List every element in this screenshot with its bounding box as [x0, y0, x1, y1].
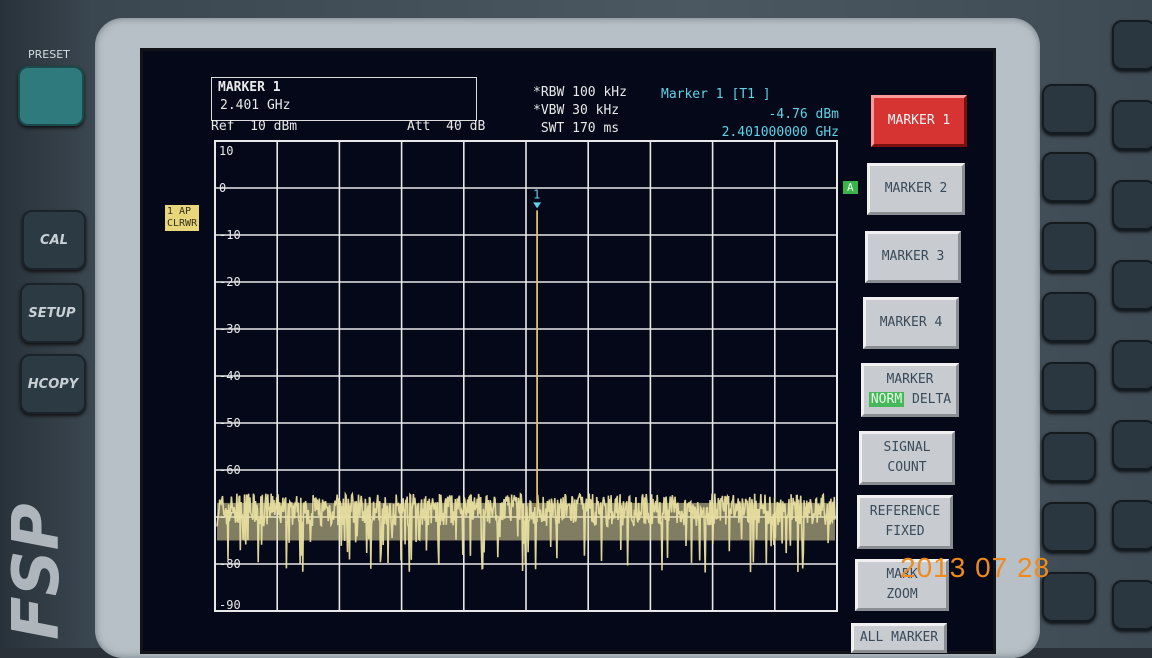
- cal-button[interactable]: CAL: [22, 210, 86, 270]
- signal-count-line2: COUNT: [887, 460, 927, 475]
- softkey-marker-norm-delta[interactable]: MARKER NORM DELTA: [861, 363, 959, 417]
- y-tick-label: -80: [219, 557, 241, 571]
- hw-key-b[interactable]: [1112, 100, 1152, 150]
- hw-key-a[interactable]: [1112, 20, 1152, 70]
- delta-option[interactable]: DELTA: [912, 392, 951, 407]
- brand-logo: FSP: [0, 503, 74, 640]
- reference-fixed-line1: REFERENCE: [869, 504, 941, 519]
- hw-key-h[interactable]: [1112, 580, 1152, 630]
- softkey-marker-3-label: MARKER 3: [881, 249, 945, 264]
- hw-softkey-7[interactable]: [1042, 502, 1096, 552]
- signal-count-line1: SIGNAL: [883, 440, 931, 455]
- softkey-marker-2-label: MARKER 2: [884, 181, 948, 196]
- setup-button[interactable]: SETUP: [20, 283, 84, 343]
- softkey-marker-4-label: MARKER 4: [879, 315, 943, 330]
- softkey-signal-count[interactable]: SIGNAL COUNT: [859, 431, 955, 485]
- hw-key-g[interactable]: [1112, 500, 1152, 550]
- noise-band: [217, 502, 835, 541]
- softkey-marker-4[interactable]: MARKER 4: [863, 297, 959, 349]
- y-tick-label: -10: [219, 228, 241, 242]
- hw-key-f[interactable]: [1112, 420, 1152, 470]
- hw-softkey-1[interactable]: [1042, 84, 1096, 134]
- hw-softkey-3[interactable]: [1042, 222, 1096, 272]
- y-tick-label: -20: [219, 275, 241, 289]
- reference-fixed-line2: FIXED: [885, 524, 925, 539]
- hw-key-c[interactable]: [1112, 180, 1152, 230]
- softkey-reference-fixed[interactable]: REFERENCE FIXED: [857, 495, 953, 549]
- preset-button[interactable]: [18, 66, 84, 126]
- softkey-marker-3[interactable]: MARKER 3: [865, 231, 961, 283]
- hw-key-e[interactable]: [1112, 340, 1152, 390]
- y-tick-label: -30: [219, 322, 241, 336]
- preset-label: PRESET: [28, 48, 70, 61]
- analyzer-screen: MARKER 1 2.401 GHz Ref 10 dBm Att 40 dB …: [140, 48, 996, 654]
- y-tick-label: -40: [219, 369, 241, 383]
- all-marker-label: ALL MARKER: [859, 630, 939, 645]
- softkey-marker-1[interactable]: MARKER 1: [871, 95, 967, 147]
- photo-date-stamp: 2013 07 28: [900, 552, 1051, 583]
- norm-delta-row: NORM DELTA: [868, 390, 951, 410]
- hw-softkey-5[interactable]: [1042, 362, 1096, 412]
- y-tick-label: 10: [219, 144, 233, 158]
- y-tick-label: -60: [219, 463, 241, 477]
- hw-softkey-4[interactable]: [1042, 292, 1096, 342]
- softkey-all-marker[interactable]: ALL MARKER: [851, 623, 947, 653]
- hw-key-d[interactable]: [1112, 260, 1152, 310]
- setup-label: SETUP: [28, 305, 76, 321]
- softkey-marker-mode-label: MARKER: [886, 372, 934, 387]
- y-tick-label: -90: [219, 598, 241, 612]
- y-tick-label: -50: [219, 416, 241, 430]
- norm-option[interactable]: NORM: [868, 392, 905, 407]
- softkey-marker-1-label: MARKER 1: [887, 113, 951, 128]
- marker-1-label: 1: [533, 187, 540, 201]
- hw-softkey-6[interactable]: [1042, 432, 1096, 482]
- y-tick-label: 0: [219, 181, 226, 195]
- softkey-marker-2[interactable]: MARKER 2: [867, 163, 965, 215]
- mark-zoom-line2: ZOOM: [886, 587, 918, 602]
- marker-1-symbol: [533, 202, 542, 209]
- hw-softkey-2[interactable]: [1042, 152, 1096, 202]
- hcopy-label: HCOPY: [27, 376, 79, 392]
- cal-label: CAL: [40, 232, 68, 248]
- hcopy-button[interactable]: HCOPY: [20, 354, 86, 414]
